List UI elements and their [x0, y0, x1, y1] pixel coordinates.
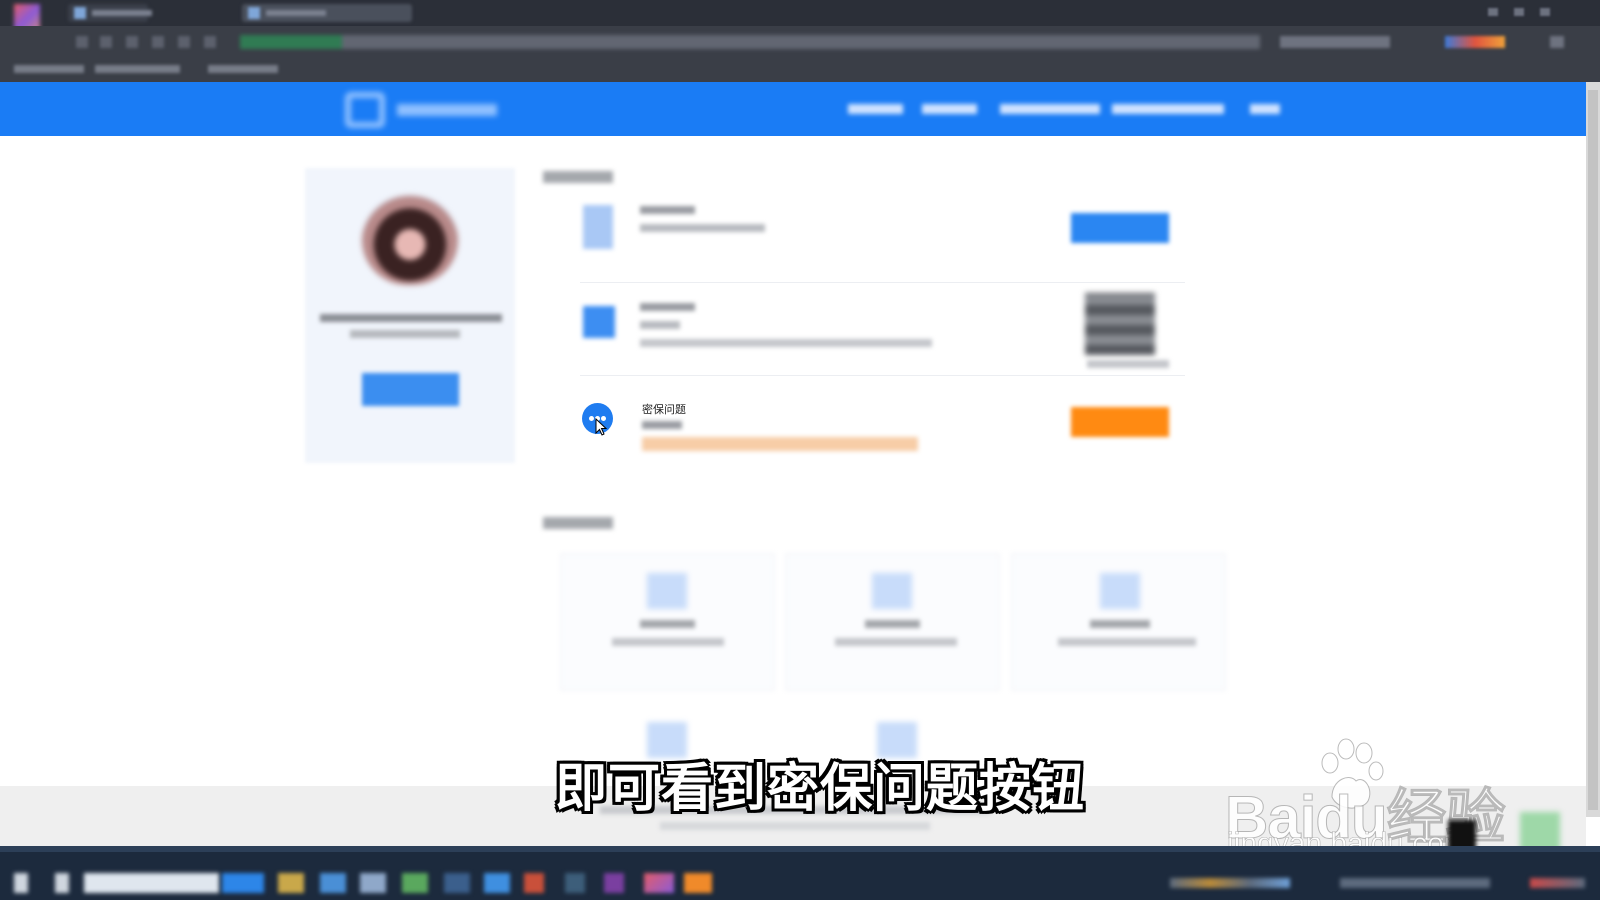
security-item-desc — [640, 339, 932, 347]
feature-card-icon — [872, 573, 912, 609]
security-item-desc — [640, 224, 765, 232]
refresh-icon[interactable] — [126, 36, 138, 48]
divider — [580, 375, 1185, 376]
site-logo-text — [397, 104, 497, 116]
minimize-icon[interactable] — [1488, 8, 1498, 16]
security-item-title — [640, 206, 695, 214]
feature-card-title — [865, 620, 920, 628]
taskbar-search-box[interactable] — [84, 873, 219, 893]
search-box[interactable] — [1280, 36, 1390, 48]
mouse-cursor-icon — [595, 418, 608, 436]
menu-icon[interactable] — [1550, 36, 1564, 48]
app-icon — [583, 306, 615, 338]
feature-card-icon — [1100, 573, 1140, 609]
system-tray[interactable] — [1170, 878, 1290, 888]
bookmark-icon[interactable] — [204, 36, 216, 48]
qr-code — [1085, 293, 1155, 355]
bookmarks-bar — [0, 56, 1600, 82]
taskbar-app-icon[interactable] — [604, 873, 624, 893]
tab-favicon-icon — [248, 7, 260, 19]
taskbar-app-icon[interactable] — [444, 873, 470, 893]
security-item-button[interactable] — [1071, 213, 1169, 243]
feature-card-desc — [835, 638, 957, 646]
taskbar-app-icon[interactable] — [484, 873, 510, 893]
avatar[interactable] — [362, 195, 458, 285]
tray-clock[interactable] — [1340, 878, 1490, 888]
feature-card-title — [640, 620, 695, 628]
bookmark-item[interactable] — [208, 65, 278, 73]
taskbar-app-active[interactable] — [222, 873, 264, 893]
start-icon[interactable] — [14, 873, 28, 893]
dot — [589, 416, 594, 421]
nav-item[interactable] — [848, 104, 903, 114]
taskbar-edge — [0, 846, 1600, 852]
video-caption: 即可看到密保问题按钮 — [555, 760, 1086, 818]
phone-icon — [583, 205, 613, 249]
history-icon[interactable] — [178, 36, 190, 48]
site-header — [0, 82, 1586, 136]
tab-label — [266, 10, 326, 16]
security-question-title: 密保问题 — [642, 404, 686, 416]
back-icon[interactable] — [76, 36, 88, 48]
browser-tab-active[interactable] — [242, 4, 412, 22]
security-item-title — [640, 303, 695, 311]
home-icon[interactable] — [152, 36, 164, 48]
taskbar-app-icon[interactable] — [644, 873, 674, 893]
task-view-icon[interactable] — [55, 873, 69, 893]
site-logo[interactable] — [345, 90, 505, 128]
browser-toolbar — [0, 26, 1600, 56]
profile-username — [320, 314, 502, 322]
site-logo-icon — [345, 92, 385, 128]
security-question-button[interactable] — [1071, 407, 1169, 437]
nav-item[interactable] — [1000, 104, 1100, 114]
nav-item[interactable] — [1112, 104, 1224, 114]
taskbar-app-icon[interactable] — [684, 873, 712, 893]
feature-card-icon — [647, 573, 687, 609]
taskbar-app-icon[interactable] — [360, 873, 386, 893]
taskbar-app-icon[interactable] — [320, 873, 346, 893]
footer-copyright — [660, 822, 930, 830]
divider — [580, 282, 1185, 283]
security-item-subtitle — [640, 321, 680, 329]
feature-card-desc — [612, 638, 724, 646]
nav-item[interactable] — [922, 104, 977, 114]
security-question-warning — [642, 437, 918, 451]
address-bar[interactable] — [240, 35, 1260, 49]
profile-action-button[interactable] — [362, 373, 459, 406]
feature-card-desc — [1058, 638, 1196, 646]
taskbar-app-icon[interactable] — [402, 873, 428, 893]
taskbar-app-icon[interactable] — [278, 873, 304, 893]
browser-tab[interactable] — [68, 4, 152, 22]
close-icon[interactable] — [1540, 8, 1550, 16]
tab-label — [92, 10, 152, 16]
security-section-title — [543, 171, 613, 183]
forward-icon[interactable] — [100, 36, 112, 48]
nav-item[interactable] — [1250, 104, 1280, 114]
bookmark-item[interactable] — [95, 65, 180, 73]
extension-icon[interactable] — [1445, 36, 1505, 48]
feature-card-title — [1090, 620, 1150, 628]
tab-favicon-icon — [74, 7, 86, 19]
maximize-icon[interactable] — [1514, 8, 1524, 16]
screen: 密保问题 即可看到密保问题按钮 Baidu经验 jingyan.baidu.co… — [0, 0, 1600, 900]
second-section-title — [543, 517, 613, 529]
security-question-subtitle — [642, 421, 682, 429]
bookmark-item[interactable] — [14, 65, 84, 73]
qr-caption — [1087, 360, 1169, 368]
profile-subtext — [350, 330, 460, 338]
notification-icon[interactable] — [1530, 878, 1585, 888]
taskbar-app-icon[interactable] — [565, 873, 585, 893]
taskbar-app-icon[interactable] — [524, 873, 544, 893]
scrollbar-thumb[interactable] — [1588, 90, 1598, 810]
browser-tab-bar — [0, 0, 1600, 26]
